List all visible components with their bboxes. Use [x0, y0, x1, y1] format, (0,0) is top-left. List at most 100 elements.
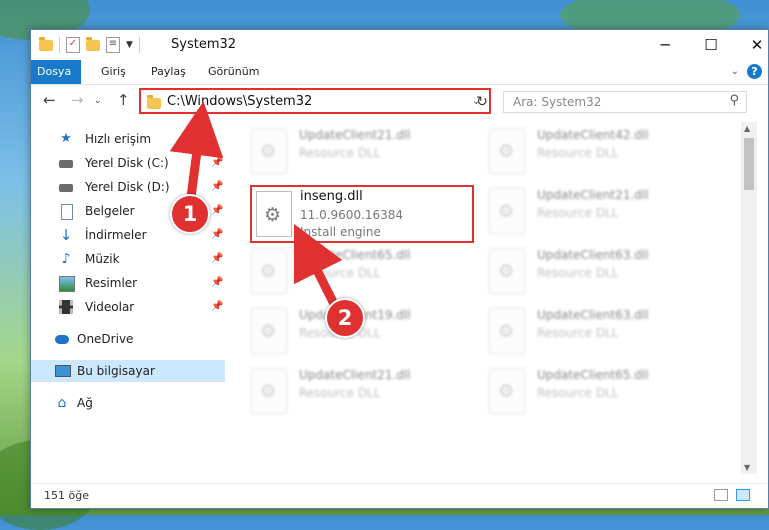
up-arrow-icon[interactable]: ↑ [117, 91, 130, 109]
drive-icon [59, 160, 73, 168]
file-item[interactable]: UpdateClient21.dll Resource DLL [247, 366, 475, 418]
search-icon[interactable]: ⚲ [729, 93, 739, 108]
customize-icon[interactable]: ≡ [106, 37, 120, 53]
sidebar-item-quick-access[interactable]: ★ Hızlı erişim [31, 128, 225, 150]
file-name: UpdateClient65.dll [537, 368, 649, 382]
recent-locations-icon[interactable]: ⌄ [94, 96, 102, 106]
sidebar-item-network[interactable]: ⌂ Ağ [31, 392, 225, 414]
sidebar-item-label: İndirmeler [85, 228, 147, 242]
sidebar-item-label: Hızlı erişim [85, 132, 152, 146]
chevron-down-icon[interactable]: ▼ [126, 40, 133, 50]
network-icon: ⌂ [57, 395, 67, 411]
sidebar-item-label: Müzik [85, 252, 120, 266]
search-input[interactable]: Ara: System32 ⚲ [503, 91, 747, 113]
dll-file-icon [489, 248, 525, 294]
close-button[interactable]: ✕ [734, 30, 769, 60]
dll-file-icon [489, 368, 525, 414]
file-description: Resource DLL [537, 146, 619, 160]
sidebar-item-label: Yerel Disk (C:) [85, 156, 169, 170]
file-name: UpdateClient63.dll [537, 248, 649, 262]
file-item[interactable]: UpdateClient65.dll Resource DLL [247, 246, 475, 298]
file-description: Install engine [300, 225, 381, 239]
file-description: Resource DLL [299, 266, 381, 280]
file-list: UpdateClient21.dll Resource DLL UpdateCl… [227, 122, 743, 474]
pin-icon[interactable]: 📌 [211, 176, 223, 198]
pictures-icon [59, 276, 75, 292]
tab-view[interactable]: Görünüm [198, 60, 269, 84]
forward-arrow-icon[interactable]: → [71, 91, 84, 109]
file-name: UpdateClient65.dll [299, 248, 411, 262]
dll-file-icon [489, 308, 525, 354]
address-bar[interactable]: C:\Windows\System32 ⌄ [139, 88, 491, 114]
window-title: System32 [171, 37, 237, 52]
details-view-icon[interactable] [714, 489, 728, 501]
music-icon: ♪ [61, 251, 71, 267]
file-version: 11.0.9600.16384 [300, 208, 404, 222]
onedrive-icon [55, 335, 69, 344]
file-description: Resource DLL [537, 386, 619, 400]
back-arrow-icon[interactable]: ← [43, 91, 56, 109]
tab-share[interactable]: Paylaş [141, 60, 196, 84]
file-description: Resource DLL [537, 206, 619, 220]
pin-icon[interactable]: 📌 [211, 224, 223, 246]
sidebar-item-label: Bu bilgisayar [77, 364, 155, 378]
sidebar-item-music[interactable]: ♪ Müzik 📌 [31, 248, 225, 270]
sidebar-item-videos[interactable]: Videolar 📌 [31, 296, 225, 318]
pin-icon[interactable]: 📌 [211, 296, 223, 318]
file-item[interactable]: UpdateClient65.dll Resource DLL [485, 366, 713, 418]
sidebar-item-onedrive[interactable]: OneDrive [31, 328, 225, 350]
refresh-icon[interactable]: ↻ [472, 92, 492, 112]
file-item[interactable]: UpdateClient63.dll Resource DLL [485, 246, 713, 298]
dll-file-icon [489, 128, 525, 174]
pin-icon[interactable]: 📌 [211, 200, 223, 222]
file-description: Resource DLL [299, 386, 381, 400]
scroll-down-icon[interactable]: ▼ [744, 463, 750, 472]
videos-icon [59, 300, 73, 314]
maximize-button[interactable]: ☐ [688, 30, 734, 60]
tab-file[interactable]: Dosya [31, 60, 81, 84]
large-icons-view-icon[interactable] [736, 489, 750, 501]
dll-file-icon [251, 308, 287, 354]
address-path[interactable]: C:\Windows\System32 [167, 94, 312, 109]
ribbon-help-area: ⌄ ? [731, 64, 762, 79]
tab-home[interactable]: Giriş [91, 60, 136, 84]
title-bar: ✓ ≡ ▼ System32 ─ ☐ ✕ [31, 30, 768, 60]
navigation-pane: ★ Hızlı erişim Yerel Disk (C:) 📌 Yerel D… [31, 122, 225, 472]
new-folder-icon[interactable] [86, 36, 100, 51]
expand-ribbon-icon[interactable]: ⌄ [731, 66, 739, 77]
pin-icon[interactable]: 📌 [211, 248, 223, 270]
vertical-scrollbar[interactable]: ▲ ▼ [741, 122, 757, 474]
sidebar-item-this-pc[interactable]: Bu bilgisayar [31, 360, 225, 382]
item-count: 151 öğe [44, 489, 89, 502]
divider [59, 37, 60, 53]
highlighted-file-inseng[interactable]: inseng.dll 11.0.9600.16384 Install engin… [250, 185, 474, 243]
scrollbar-thumb[interactable] [744, 138, 754, 190]
folder-icon [39, 36, 53, 51]
sidebar-item-local-disk-c[interactable]: Yerel Disk (C:) 📌 [31, 152, 225, 174]
sidebar-item-label: Yerel Disk (D:) [85, 180, 170, 194]
properties-icon[interactable]: ✓ [66, 37, 80, 53]
documents-icon [61, 204, 73, 220]
file-item[interactable]: UpdateClient63.dll Resource DLL [485, 306, 713, 358]
dll-file-icon [256, 191, 292, 237]
file-name: UpdateClient63.dll [537, 308, 649, 322]
search-placeholder[interactable]: Ara: System32 [513, 95, 601, 109]
file-item[interactable]: UpdateClient42.dll Resource DLL [485, 126, 713, 178]
sidebar-item-label: Resimler [85, 276, 138, 290]
file-item[interactable]: UpdateClient21.dll Resource DLL [485, 186, 713, 238]
minimize-button[interactable]: ─ [642, 30, 688, 60]
help-icon[interactable]: ? [747, 64, 762, 79]
pin-icon[interactable]: 📌 [211, 272, 223, 294]
ribbon-tabs: Dosya Giriş Paylaş Görünüm ⌄ ? [31, 60, 768, 85]
dll-file-icon [251, 128, 287, 174]
sidebar-item-label: Ağ [77, 396, 93, 410]
callout-2: 2 [325, 298, 365, 338]
pin-icon[interactable]: 📌 [211, 152, 223, 174]
folder-icon [147, 95, 161, 109]
sidebar-item-pictures[interactable]: Resimler 📌 [31, 272, 225, 294]
this-pc-icon [55, 365, 71, 377]
status-bar: 151 öğe [31, 483, 768, 508]
scroll-up-icon[interactable]: ▲ [744, 124, 750, 133]
dll-file-icon [489, 188, 525, 234]
file-item[interactable]: UpdateClient21.dll Resource DLL [247, 126, 475, 178]
